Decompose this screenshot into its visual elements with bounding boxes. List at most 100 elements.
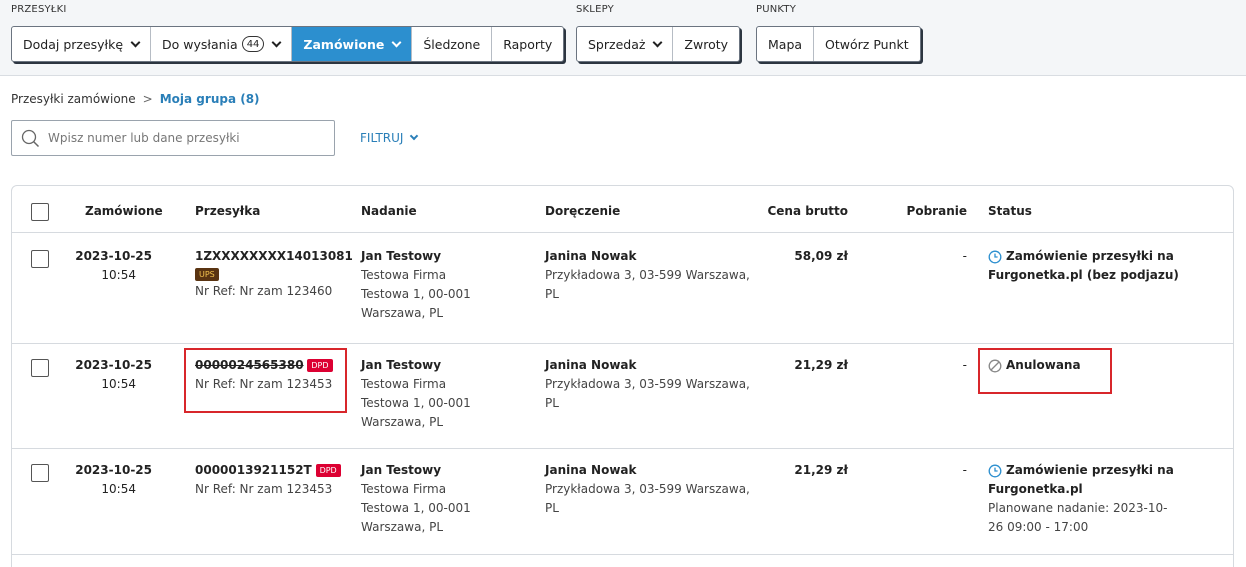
sender-city: Warszawa, PL (361, 306, 444, 320)
points-button-group: Mapa Otwórz Punkt (756, 26, 921, 62)
ordered-cell: 2023-10-25 10:54 (72, 247, 152, 285)
ordered-time: 10:54 (101, 268, 136, 282)
top-navigation: PRZESYŁKI Dodaj przesyłkę Do wysłania 44 … (0, 0, 1246, 76)
column-header-recipient[interactable]: Doręczenie (545, 204, 620, 218)
filter-button[interactable]: FILTRUJ (360, 131, 419, 145)
recipient-cell: Janina Nowak Przykładowa 3, 03-599 Warsz… (545, 356, 750, 413)
sales-button[interactable]: Sprzedaż (577, 27, 674, 61)
recipient-name: Janina Nowak (545, 463, 637, 477)
open-point-button[interactable]: Otwórz Punkt (814, 27, 920, 61)
breadcrumb-parent-link[interactable]: Przesyłki zamówione (11, 92, 136, 106)
sender-cell: Jan Testowy Testowa Firma Testowa 1, 00-… (361, 247, 471, 323)
reference-number: Nr Ref: Nr zam 123460 (195, 284, 333, 298)
chevron-down-icon (271, 37, 282, 47)
ordered-date: 2023-10-25 (75, 463, 152, 477)
breadcrumb: Przesyłki zamówione > Moja grupa (8) (11, 92, 260, 106)
table-header: Zamówione Przesyłka Nadanie Doręczenie C… (12, 186, 1233, 233)
dpd-badge: DPD (315, 464, 341, 477)
sender-name: Jan Testowy (361, 249, 442, 263)
column-header-status[interactable]: Status (988, 204, 1032, 218)
search-icon (21, 129, 40, 148)
add-shipment-button[interactable]: Dodaj przesyłkę (12, 27, 152, 61)
shipment-cell: 0000013921152T DPD Nr Ref: Nr zam 123453 (195, 461, 341, 499)
chevron-down-icon (410, 131, 419, 141)
table-row[interactable]: 2023-10-25 10:54 0000013921152T DPD Nr R… (12, 449, 1233, 555)
recipient-address: Przykładowa 3, 03-599 Warszawa, (545, 377, 750, 391)
chevron-down-icon (130, 37, 141, 47)
reference-number: Nr Ref: Nr zam 123453 (195, 482, 333, 496)
ordered-date: 2023-10-25 (75, 249, 152, 263)
price-cell: 58,09 zł (794, 249, 848, 263)
recipient-cell: Janina Nowak Przykładowa 3, 03-599 Warsz… (545, 461, 750, 518)
sender-cell: Jan Testowy Testowa Firma Testowa 1, 00-… (361, 356, 471, 432)
recipient-address: Przykładowa 3, 03-599 Warszawa, (545, 268, 750, 282)
chevron-down-icon (391, 37, 402, 47)
column-header-cod[interactable]: Pobranie (887, 204, 967, 218)
status-note: 26 09:00 - 17:00 (988, 520, 1089, 534)
column-header-shipment[interactable]: Przesyłka (195, 204, 260, 218)
status-note: Planowane nadanie: 2023-10- (988, 501, 1168, 515)
sender-street: Testowa 1, 00-001 (361, 287, 471, 301)
recipient-country: PL (545, 501, 559, 515)
column-header-ordered[interactable]: Zamówione (85, 204, 163, 218)
row-checkbox[interactable] (31, 464, 49, 482)
shops-button-group: Sprzedaż Zwroty (576, 26, 741, 62)
shipment-cell: 1ZXXXXXXXX14013081 UPS Nr Ref: Nr zam 12… (195, 247, 353, 301)
to-send-button[interactable]: Do wysłania 44 (151, 27, 293, 61)
sender-company: Testowa Firma (361, 482, 447, 496)
status-cell: Zamówienie przesyłki na Furgonetka.pl Pl… (988, 461, 1174, 537)
recipient-country: PL (545, 396, 559, 410)
clock-icon (988, 250, 1002, 264)
cod-cell: - (962, 358, 967, 372)
price-cell: 21,29 zł (794, 463, 848, 477)
tracking-number-link[interactable]: 0000013921152T (195, 463, 312, 477)
sender-street: Testowa 1, 00-001 (361, 501, 471, 515)
column-header-price[interactable]: Cena brutto (747, 204, 848, 218)
reports-button[interactable]: Raporty (492, 27, 563, 61)
cod-cell: - (962, 249, 967, 263)
price-cell: 21,29 zł (794, 358, 848, 372)
returns-button[interactable]: Zwroty (673, 27, 739, 61)
status-text: Zamówienie przesyłki na (1006, 463, 1174, 477)
group-label-shipments: PRZESYŁKI (11, 4, 67, 15)
sender-city: Warszawa, PL (361, 415, 444, 429)
cod-cell: - (962, 463, 967, 477)
ordered-cell: 2023-10-25 10:54 (72, 461, 152, 499)
recipient-name: Janina Nowak (545, 358, 637, 372)
sender-name: Jan Testowy (361, 358, 442, 372)
map-button[interactable]: Mapa (757, 27, 815, 61)
sender-cell: Jan Testowy Testowa Firma Testowa 1, 00-… (361, 461, 471, 537)
sender-name: Jan Testowy (361, 463, 442, 477)
chevron-down-icon (652, 37, 663, 47)
highlight-box-status (978, 348, 1112, 394)
search-input[interactable] (48, 131, 318, 145)
ups-badge: UPS (195, 268, 219, 281)
tracked-button[interactable]: Śledzone (412, 27, 493, 61)
breadcrumb-separator: > (142, 92, 153, 106)
row-checkbox[interactable] (31, 359, 49, 377)
sender-company: Testowa Firma (361, 377, 447, 391)
tracking-number-link[interactable]: 1ZXXXXXXXX14013081 (195, 247, 353, 266)
row-checkbox[interactable] (31, 250, 49, 268)
shipments-button-group: Dodaj przesyłkę Do wysłania 44 Zamówione … (11, 26, 565, 62)
highlight-box-tracking (184, 348, 347, 413)
search-box (11, 120, 335, 156)
recipient-address: Przykładowa 3, 03-599 Warszawa, (545, 482, 750, 496)
group-label-shops: SKLEPY (576, 4, 614, 15)
ordered-date: 2023-10-25 (75, 358, 152, 372)
sender-city: Warszawa, PL (361, 520, 444, 534)
recipient-country: PL (545, 287, 559, 301)
table-row[interactable]: 2023-10-25 10:54 1ZXXXXXXXX14013081 UPS … (12, 233, 1233, 344)
breadcrumb-current: Moja grupa (8) (159, 92, 260, 106)
recipient-name: Janina Nowak (545, 249, 637, 263)
status-text: Furgonetka.pl (bez podjazu) (988, 268, 1179, 282)
status-text: Furgonetka.pl (988, 482, 1083, 496)
ordered-button[interactable]: Zamówione (292, 27, 413, 61)
select-all-checkbox[interactable] (31, 203, 49, 221)
ordered-time: 10:54 (101, 482, 136, 496)
status-cell: Zamówienie przesyłki na Furgonetka.pl (b… (988, 247, 1179, 285)
column-header-sender[interactable]: Nadanie (361, 204, 417, 218)
group-label-points: PUNKTY (756, 4, 797, 15)
recipient-cell: Janina Nowak Przykładowa 3, 03-599 Warsz… (545, 247, 750, 304)
ordered-time: 10:54 (101, 377, 136, 391)
